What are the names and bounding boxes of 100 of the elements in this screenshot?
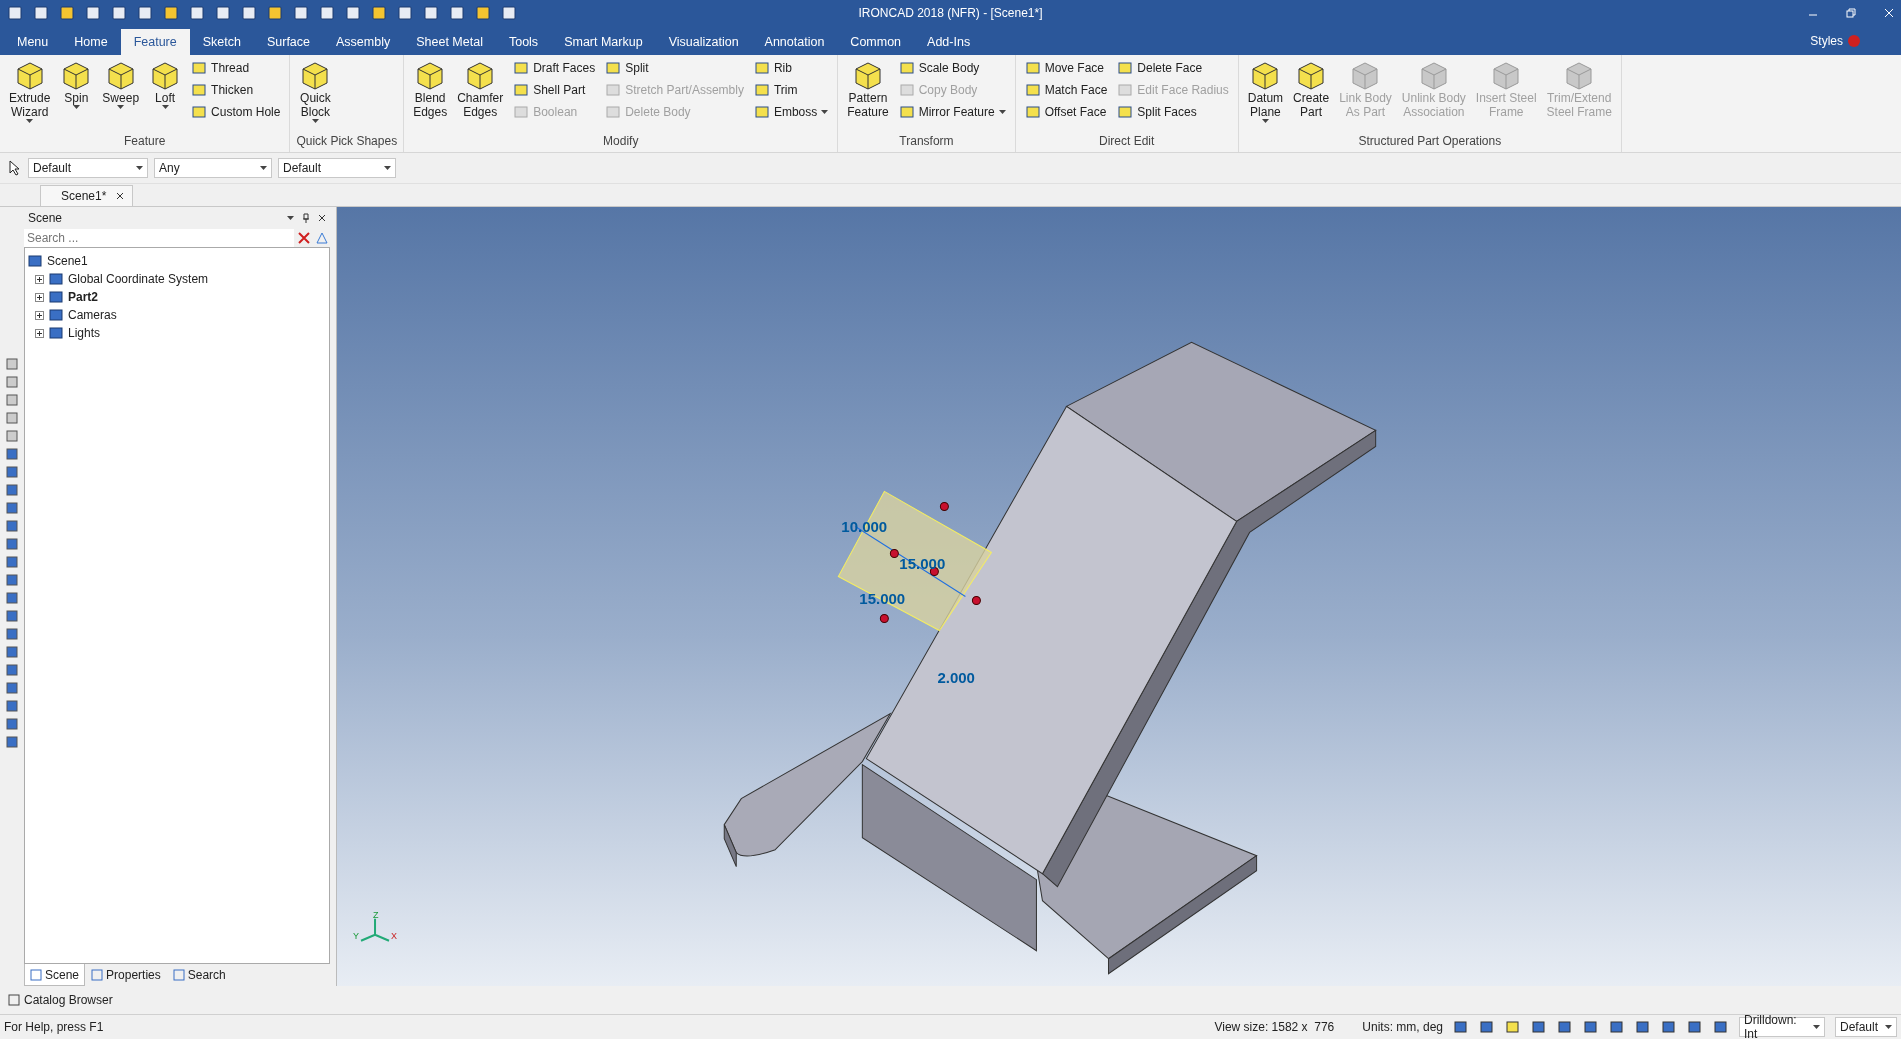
ribbon-button[interactable]: Custom Hole <box>188 101 284 123</box>
tool-icon[interactable] <box>5 465 19 479</box>
ribbon-button[interactable]: Thread <box>188 57 284 79</box>
ribbon-tab[interactable]: Sketch <box>189 29 254 55</box>
expand-icon[interactable] <box>35 274 44 284</box>
restore-icon[interactable] <box>1845 7 1857 19</box>
ribbon-button[interactable]: Thicken <box>188 79 284 101</box>
tool-icon[interactable] <box>5 537 19 551</box>
panel-tab[interactable]: Search <box>166 964 232 986</box>
view-tool-icon[interactable] <box>1687 1019 1703 1035</box>
ribbon-tab[interactable]: Surface <box>253 29 324 55</box>
view-tool-icon[interactable] <box>1557 1019 1573 1035</box>
tool-icon[interactable] <box>5 519 19 533</box>
panel-tab[interactable]: Scene <box>24 964 86 986</box>
expand-icon[interactable] <box>35 328 44 338</box>
ribbon-tab[interactable]: Annotation <box>751 29 838 55</box>
toolbar-icon[interactable] <box>240 4 258 22</box>
tree-item[interactable]: Part2 <box>35 288 327 306</box>
ribbon-button[interactable]: Emboss <box>750 101 832 123</box>
toolbar-icon[interactable] <box>396 4 414 22</box>
tool-icon[interactable] <box>5 645 19 659</box>
ribbon-button[interactable]: Offset Face <box>1021 101 1111 123</box>
toolbar-dropdown[interactable]: Default <box>28 158 148 178</box>
tool-icon[interactable] <box>5 411 19 425</box>
ribbon-tab[interactable]: Visualization <box>655 29 752 55</box>
tool-icon[interactable] <box>5 447 19 461</box>
tool-icon[interactable] <box>5 483 19 497</box>
status-dropdown[interactable]: Drilldown: Int <box>1739 1017 1825 1037</box>
tool-icon[interactable] <box>5 591 19 605</box>
tool-icon[interactable] <box>5 681 19 695</box>
view-tool-icon[interactable] <box>1531 1019 1547 1035</box>
ribbon-button[interactable]: Mirror Feature <box>895 101 1009 123</box>
tool-icon[interactable] <box>5 429 19 443</box>
ribbon-button[interactable]: Draft Faces <box>510 57 599 79</box>
toolbar-icon[interactable] <box>370 4 388 22</box>
styles-menu[interactable]: Styles <box>1810 33 1843 48</box>
ribbon-button[interactable]: Quick Block <box>296 57 335 134</box>
toolbar-icon[interactable] <box>214 4 232 22</box>
clear-icon[interactable] <box>296 230 312 246</box>
pointer-icon[interactable] <box>8 160 22 176</box>
toolbar-icon[interactable] <box>344 4 362 22</box>
tree-filter-icon[interactable] <box>314 230 330 246</box>
ribbon-button[interactable]: Scale Body <box>895 57 1009 79</box>
document-tab[interactable]: Scene1* <box>40 185 134 206</box>
status-dropdown[interactable]: Default <box>1835 1017 1897 1037</box>
ribbon-button[interactable]: Move Face <box>1021 57 1111 79</box>
tool-icon[interactable] <box>5 555 19 569</box>
pin-icon[interactable] <box>302 213 310 223</box>
ribbon-tab[interactable]: Add-Ins <box>914 29 984 55</box>
toolbar-dropdown[interactable]: Default <box>278 158 396 178</box>
toolbar-icon[interactable] <box>58 4 76 22</box>
close-icon[interactable] <box>318 214 326 222</box>
ribbon-button[interactable]: Blend Edges <box>410 57 451 134</box>
tool-icon[interactable] <box>5 375 19 389</box>
ribbon-tab[interactable]: Smart Markup <box>551 29 656 55</box>
ribbon-button[interactable]: Split <box>602 57 747 79</box>
toolbar-icon[interactable] <box>448 4 466 22</box>
ribbon-tab[interactable]: Menu <box>4 29 62 55</box>
ribbon-tab[interactable]: Common <box>837 29 915 55</box>
ribbon-button[interactable]: Extrude Wizard <box>6 57 54 134</box>
ribbon-button[interactable]: Split Faces <box>1114 101 1232 123</box>
toolbar-icon[interactable] <box>136 4 154 22</box>
ribbon-button[interactable]: Loft <box>146 57 185 134</box>
dimension-label[interactable]: 10.000 <box>841 518 888 536</box>
tool-icon[interactable] <box>5 573 19 587</box>
tree-item[interactable]: Scene1 <box>27 252 327 270</box>
expand-icon[interactable] <box>35 292 44 302</box>
ribbon-button[interactable]: Shell Part <box>510 79 599 101</box>
view-tool-icon[interactable] <box>1583 1019 1599 1035</box>
ribbon-tab[interactable]: Feature <box>120 29 190 55</box>
panel-tab[interactable]: Properties <box>85 964 167 986</box>
view-tool-icon[interactable] <box>1635 1019 1651 1035</box>
ribbon-button[interactable]: Create Part <box>1290 57 1333 134</box>
close-icon[interactable] <box>116 192 125 200</box>
tool-icon[interactable] <box>5 501 19 515</box>
tool-icon[interactable] <box>5 735 19 749</box>
tool-icon[interactable] <box>5 663 19 677</box>
view-tool-icon[interactable] <box>1505 1019 1521 1035</box>
view-tool-icon[interactable] <box>1453 1019 1469 1035</box>
dimension-label[interactable]: 2.000 <box>937 668 975 686</box>
toolbar-icon[interactable] <box>292 4 310 22</box>
ribbon-tab[interactable]: Assembly <box>323 29 404 55</box>
tool-icon[interactable] <box>5 609 19 623</box>
toolbar-icon[interactable] <box>266 4 284 22</box>
ribbon-tab[interactable]: Home <box>61 29 121 55</box>
ribbon-button[interactable]: Sweep <box>99 57 143 134</box>
toolbar-icon[interactable] <box>32 4 50 22</box>
catalog-browser-label[interactable]: Catalog Browser <box>24 993 113 1007</box>
tool-icon[interactable] <box>5 717 19 731</box>
ribbon-button[interactable]: Datum Plane <box>1244 57 1287 134</box>
view-tool-icon[interactable] <box>1713 1019 1729 1035</box>
toolbar-icon[interactable] <box>6 4 24 22</box>
toolbar-icon[interactable] <box>110 4 128 22</box>
tree-item[interactable]: Lights <box>35 324 327 342</box>
ribbon-button[interactable]: Delete Face <box>1114 57 1232 79</box>
ribbon-tab[interactable]: Tools <box>495 29 552 55</box>
toolbar-icon[interactable] <box>188 4 206 22</box>
ribbon-button[interactable]: Pattern Feature <box>844 57 892 134</box>
toolbar-dropdown[interactable]: Any <box>154 158 272 178</box>
ribbon-button[interactable]: Trim <box>750 79 832 101</box>
